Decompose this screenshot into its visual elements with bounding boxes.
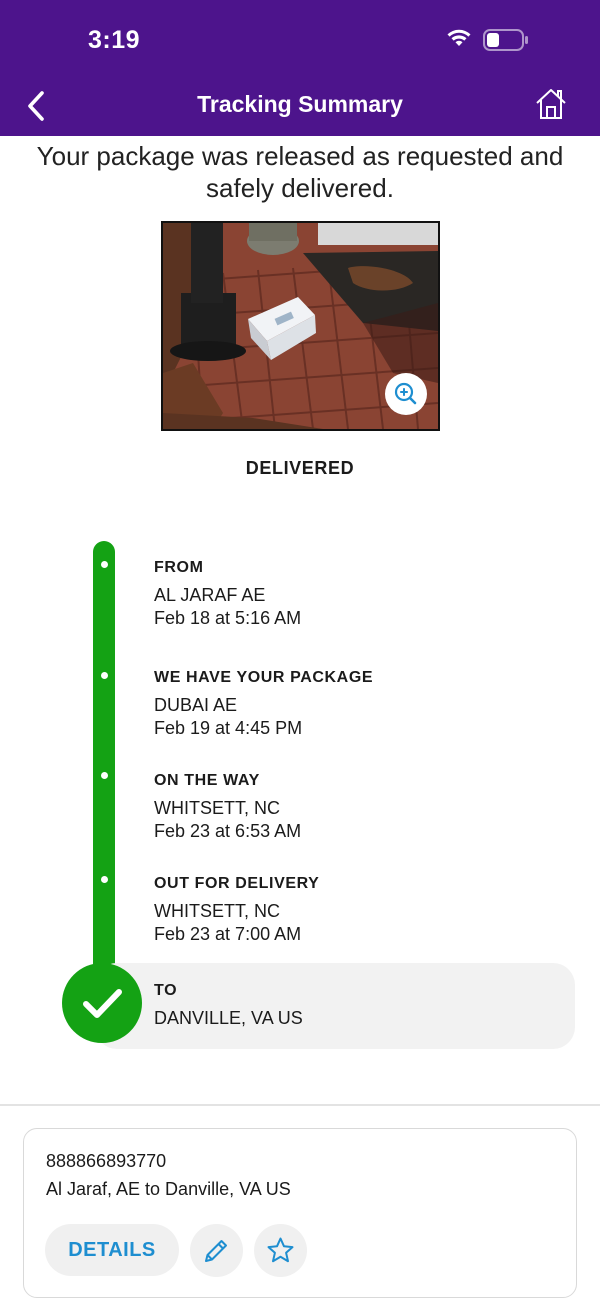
delivery-photo[interactable] <box>161 221 440 431</box>
shipment-route: Al Jaraf, AE to Danville, VA US <box>46 1179 291 1199</box>
timeline-step-to: TO DANVILLE, VA US <box>154 981 554 1030</box>
step-time: Feb 18 at 5:16 AM <box>154 608 302 628</box>
status-time: 3:19 <box>88 26 141 54</box>
pencil-icon <box>205 1240 227 1262</box>
status-bar: 3:19 <box>0 0 600 78</box>
step-title: ON THE WAY <box>154 772 260 789</box>
delivery-message: Your package was released as requested a… <box>36 141 564 203</box>
delivered-check <box>62 963 142 1043</box>
step-location: WHITSETT, NC <box>154 798 280 818</box>
timeline-step-picked-up: WE HAVE YOUR PACKAGE DUBAI AE Feb 19 at … <box>154 668 554 740</box>
timeline-step-from: FROM AL JARAF AE Feb 18 at 5:16 AM <box>154 558 554 630</box>
shipment-card[interactable]: 888866893770 Al Jaraf, AE to Danville, V… <box>23 1128 577 1298</box>
nav-bar: Tracking Summary <box>0 78 600 136</box>
favorite-button[interactable] <box>254 1224 307 1277</box>
checkmark-icon <box>83 989 122 1018</box>
progress-track <box>93 541 115 987</box>
step-time: Feb 19 at 4:45 PM <box>154 718 303 738</box>
wifi-icon <box>447 29 471 46</box>
step-location: WHITSETT, NC <box>154 901 280 921</box>
step-location: DANVILLE, VA US <box>154 1008 303 1028</box>
timeline-dot <box>101 772 108 779</box>
timeline-step-out-for-delivery: OUT FOR DELIVERY WHITSETT, NC Feb 23 at … <box>154 874 554 946</box>
home-icon[interactable] <box>533 86 569 122</box>
status-badge: DELIVERED <box>245 458 355 478</box>
step-title: TO <box>154 982 178 999</box>
details-button[interactable]: DETAILS <box>45 1224 179 1276</box>
edit-button[interactable] <box>190 1224 243 1277</box>
step-title: WE HAVE YOUR PACKAGE <box>154 669 374 686</box>
page-title: Tracking Summary <box>197 91 403 117</box>
step-time: Feb 23 at 6:53 AM <box>154 821 302 841</box>
battery-low-icon <box>483 29 528 51</box>
timeline-step-on-the-way: ON THE WAY WHITSETT, NC Feb 23 at 6:53 A… <box>154 771 554 843</box>
step-title: OUT FOR DELIVERY <box>154 875 320 892</box>
step-location: DUBAI AE <box>154 695 238 715</box>
step-title: FROM <box>154 559 204 576</box>
timeline-dot <box>101 561 108 568</box>
timeline-dot <box>101 672 108 679</box>
zoom-in-icon <box>394 382 417 405</box>
divider <box>0 1104 600 1106</box>
tracking-number: 888866893770 <box>46 1151 167 1171</box>
step-location: AL JARAF AE <box>154 585 266 605</box>
timeline-dot <box>101 876 108 883</box>
star-icon <box>267 1237 294 1263</box>
zoom-button[interactable] <box>385 373 427 415</box>
step-time: Feb 23 at 7:00 AM <box>154 924 302 944</box>
